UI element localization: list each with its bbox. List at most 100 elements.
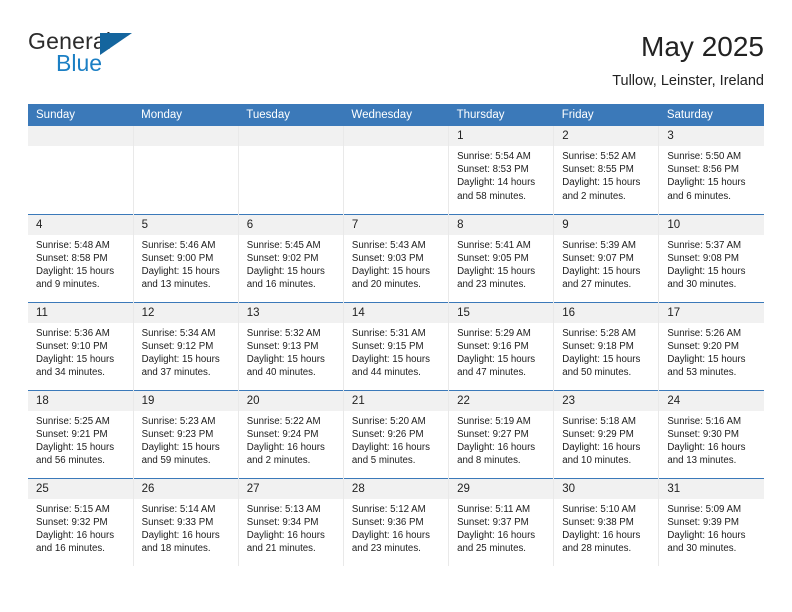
calendar-day-cell[interactable]: 30 Sunrise: 5:10 AM Sunset: 9:38 PM Dayligh… — [553, 477, 660, 566]
sunset-text: Sunset: 9:08 PM — [667, 252, 739, 264]
day-number: 24 — [659, 390, 764, 411]
calendar-day-cell[interactable]: 18 Sunrise: 5:25 AM Sunset: 9:21 PM Dayligh… — [28, 389, 134, 478]
day-number: 8 — [449, 214, 554, 235]
general-blue-logo[interactable]: General Blue — [28, 28, 158, 84]
calendar-day-cell[interactable]: 4 Sunrise: 5:48 AM Sunset: 8:58 PM Daylight… — [28, 213, 134, 302]
day-number: 9 — [554, 214, 659, 235]
daylight-text: Daylight: 16 hours and 18 minutes. — [141, 529, 220, 555]
weekday-header-tuesday: Tuesday — [238, 104, 344, 126]
daylight-text: Daylight: 15 hours and 16 minutes. — [246, 265, 325, 291]
day-details: Sunrise: 5:22 AM Sunset: 9:24 PM Daylight:… — [239, 411, 343, 468]
day-number: 2 — [554, 126, 659, 146]
sunrise-text: Sunrise: 5:26 AM — [667, 327, 742, 339]
day-number: 5 — [133, 214, 238, 235]
day-details: Sunrise: 5:13 AM Sunset: 9:34 PM Daylight:… — [239, 499, 343, 556]
sunrise-text: Sunrise: 5:19 AM — [457, 415, 531, 427]
sunset-text: Sunset: 9:30 PM — [667, 428, 739, 440]
sunrise-text: Sunrise: 5:31 AM — [351, 327, 426, 339]
daylight-text: Daylight: 15 hours and 20 minutes. — [351, 265, 431, 291]
calendar-day-cell[interactable]: 10 Sunrise: 5:37 AM Sunset: 9:08 PM Dayligh… — [658, 213, 764, 302]
calendar-day-cell[interactable]: 15 Sunrise: 5:29 AM Sunset: 9:16 PM Dayligh… — [448, 301, 555, 390]
calendar-day-cell[interactable]: 19 Sunrise: 5:23 AM Sunset: 9:23 PM Dayligh… — [133, 389, 239, 478]
sunset-text: Sunset: 9:34 PM — [246, 516, 319, 528]
calendar-day-cell[interactable]: 13 Sunrise: 5:32 AM Sunset: 9:13 PM Dayligh… — [238, 301, 344, 390]
sunrise-text: Sunrise: 5:22 AM — [246, 415, 321, 427]
sunset-text: Sunset: 9:21 PM — [36, 428, 108, 440]
day-number: 1 — [449, 126, 554, 146]
calendar-day-cell[interactable]: 25 Sunrise: 5:15 AM Sunset: 9:32 PM Dayligh… — [28, 477, 134, 566]
calendar-week-row: 25 Sunrise: 5:15 AM Sunset: 9:32 PM Dayligh… — [28, 477, 764, 566]
calendar-day-cell[interactable]: 21 Sunrise: 5:20 AM Sunset: 9:26 PM Dayligh… — [343, 389, 450, 478]
daylight-text: Daylight: 16 hours and 23 minutes. — [351, 529, 431, 555]
sunrise-text: Sunrise: 5:48 AM — [36, 239, 110, 251]
day-details: Sunrise: 5:36 AM Sunset: 9:10 PM Daylight:… — [28, 323, 133, 380]
calendar-day-cell[interactable]: 5 Sunrise: 5:46 AM Sunset: 9:00 PM Daylight… — [133, 213, 239, 302]
sunrise-text: Sunrise: 5:10 AM — [562, 503, 636, 515]
sunrise-text: Sunrise: 5:34 AM — [141, 327, 216, 339]
calendar-day-cell[interactable]: 7 Sunrise: 5:43 AM Sunset: 9:03 PM Daylight… — [343, 213, 450, 302]
calendar-day-cell[interactable]: 24 Sunrise: 5:16 AM Sunset: 9:30 PM Dayligh… — [658, 389, 764, 478]
calendar-cell-empty — [28, 126, 134, 214]
calendar-day-cell[interactable]: 3 Sunrise: 5:50 AM Sunset: 8:56 PM Daylight… — [659, 126, 764, 214]
sunrise-text: Sunrise: 5:43 AM — [351, 239, 426, 251]
calendar-day-cell[interactable]: 20 Sunrise: 5:22 AM Sunset: 9:24 PM Dayligh… — [238, 389, 344, 478]
day-number — [28, 126, 133, 146]
daylight-text: Daylight: 15 hours and 13 minutes. — [141, 265, 220, 291]
day-number: 16 — [554, 302, 659, 323]
day-number: 10 — [659, 214, 764, 235]
calendar-day-cell[interactable]: 8 Sunrise: 5:41 AM Sunset: 9:05 PM Daylight… — [448, 213, 555, 302]
location-subtitle: Tullow, Leinster, Ireland — [612, 73, 764, 89]
daylight-text: Daylight: 15 hours and 6 minutes. — [667, 177, 746, 202]
daylight-text: Daylight: 15 hours and 56 minutes. — [36, 441, 115, 467]
calendar-day-cell[interactable]: 28 Sunrise: 5:12 AM Sunset: 9:36 PM Dayligh… — [343, 477, 450, 566]
sunset-text: Sunset: 9:13 PM — [246, 340, 319, 352]
day-number: 6 — [238, 214, 343, 235]
sunset-text: Sunset: 9:15 PM — [351, 340, 424, 352]
day-details: Sunrise: 5:45 AM Sunset: 9:02 PM Daylight:… — [239, 235, 343, 292]
sunset-text: Sunset: 9:36 PM — [351, 516, 424, 528]
day-details: Sunrise: 5:25 AM Sunset: 9:21 PM Daylight:… — [28, 411, 133, 468]
calendar-day-cell[interactable]: 12 Sunrise: 5:34 AM Sunset: 9:12 PM Dayligh… — [133, 301, 239, 390]
weekday-header-row: Sunday Monday Tuesday Wednesday Thursday… — [28, 104, 764, 126]
daylight-text: Daylight: 15 hours and 23 minutes. — [457, 265, 536, 291]
daylight-text: Daylight: 14 hours and 58 minutes. — [457, 177, 536, 202]
calendar-day-cell[interactable]: 11 Sunrise: 5:36 AM Sunset: 9:10 PM Dayligh… — [28, 301, 134, 390]
sunset-text: Sunset: 9:18 PM — [562, 340, 634, 352]
sunset-text: Sunset: 9:24 PM — [246, 428, 319, 440]
day-details: Sunrise: 5:14 AM Sunset: 9:33 PM Daylight:… — [134, 499, 238, 556]
weekday-header-thursday: Thursday — [448, 104, 554, 126]
sunrise-text: Sunrise: 5:20 AM — [351, 415, 426, 427]
calendar-day-cell[interactable]: 23 Sunrise: 5:18 AM Sunset: 9:29 PM Dayligh… — [553, 389, 660, 478]
daylight-text: Daylight: 16 hours and 8 minutes. — [457, 441, 536, 467]
sunrise-text: Sunrise: 5:12 AM — [351, 503, 426, 515]
calendar-day-cell[interactable]: 31 Sunrise: 5:09 AM Sunset: 9:39 PM Dayligh… — [658, 477, 764, 566]
day-number: 26 — [133, 478, 238, 499]
calendar-day-cell[interactable]: 6 Sunrise: 5:45 AM Sunset: 9:02 PM Daylight… — [238, 213, 344, 302]
calendar-day-cell[interactable]: 22 Sunrise: 5:19 AM Sunset: 9:27 PM Dayligh… — [448, 389, 555, 478]
calendar-day-cell[interactable]: 2 Sunrise: 5:52 AM Sunset: 8:55 PM Daylight… — [553, 126, 660, 214]
calendar-day-cell[interactable]: 17 Sunrise: 5:26 AM Sunset: 9:20 PM Dayligh… — [658, 301, 764, 390]
day-number: 3 — [659, 126, 764, 146]
sunrise-text: Sunrise: 5:25 AM — [36, 415, 110, 427]
day-details: Sunrise: 5:31 AM Sunset: 9:15 PM Daylight:… — [344, 323, 448, 380]
calendar-day-cell[interactable]: 26 Sunrise: 5:14 AM Sunset: 9:33 PM Dayligh… — [133, 477, 239, 566]
day-details: Sunrise: 5:10 AM Sunset: 9:38 PM Daylight:… — [554, 499, 658, 556]
calendar-day-cell[interactable]: 27 Sunrise: 5:13 AM Sunset: 9:34 PM Dayligh… — [238, 477, 344, 566]
daylight-text: Daylight: 16 hours and 10 minutes. — [562, 441, 641, 467]
day-details: Sunrise: 5:11 AM Sunset: 9:37 PM Daylight:… — [449, 499, 553, 556]
sunrise-text: Sunrise: 5:09 AM — [667, 503, 742, 515]
calendar-page: General Blue May 2025 Tullow, Leinster, … — [0, 0, 792, 612]
day-number: 12 — [133, 302, 238, 323]
calendar-day-cell[interactable]: 16 Sunrise: 5:28 AM Sunset: 9:18 PM Dayligh… — [553, 301, 660, 390]
day-number: 19 — [133, 390, 238, 411]
calendar-day-cell[interactable]: 1 Sunrise: 5:54 AM Sunset: 8:53 PM Daylight… — [448, 126, 555, 214]
sunrise-text: Sunrise: 5:32 AM — [246, 327, 321, 339]
sunrise-text: Sunrise: 5:39 AM — [562, 239, 636, 251]
weekday-header-wednesday: Wednesday — [343, 104, 449, 126]
daylight-text: Daylight: 15 hours and 53 minutes. — [667, 353, 746, 379]
calendar-cell-empty — [133, 126, 239, 214]
daylight-text: Daylight: 15 hours and 27 minutes. — [562, 265, 641, 291]
calendar-day-cell[interactable]: 9 Sunrise: 5:39 AM Sunset: 9:07 PM Daylight… — [553, 213, 660, 302]
calendar-day-cell[interactable]: 29 Sunrise: 5:11 AM Sunset: 9:37 PM Dayligh… — [448, 477, 555, 566]
calendar-day-cell[interactable]: 14 Sunrise: 5:31 AM Sunset: 9:15 PM Dayligh… — [343, 301, 450, 390]
